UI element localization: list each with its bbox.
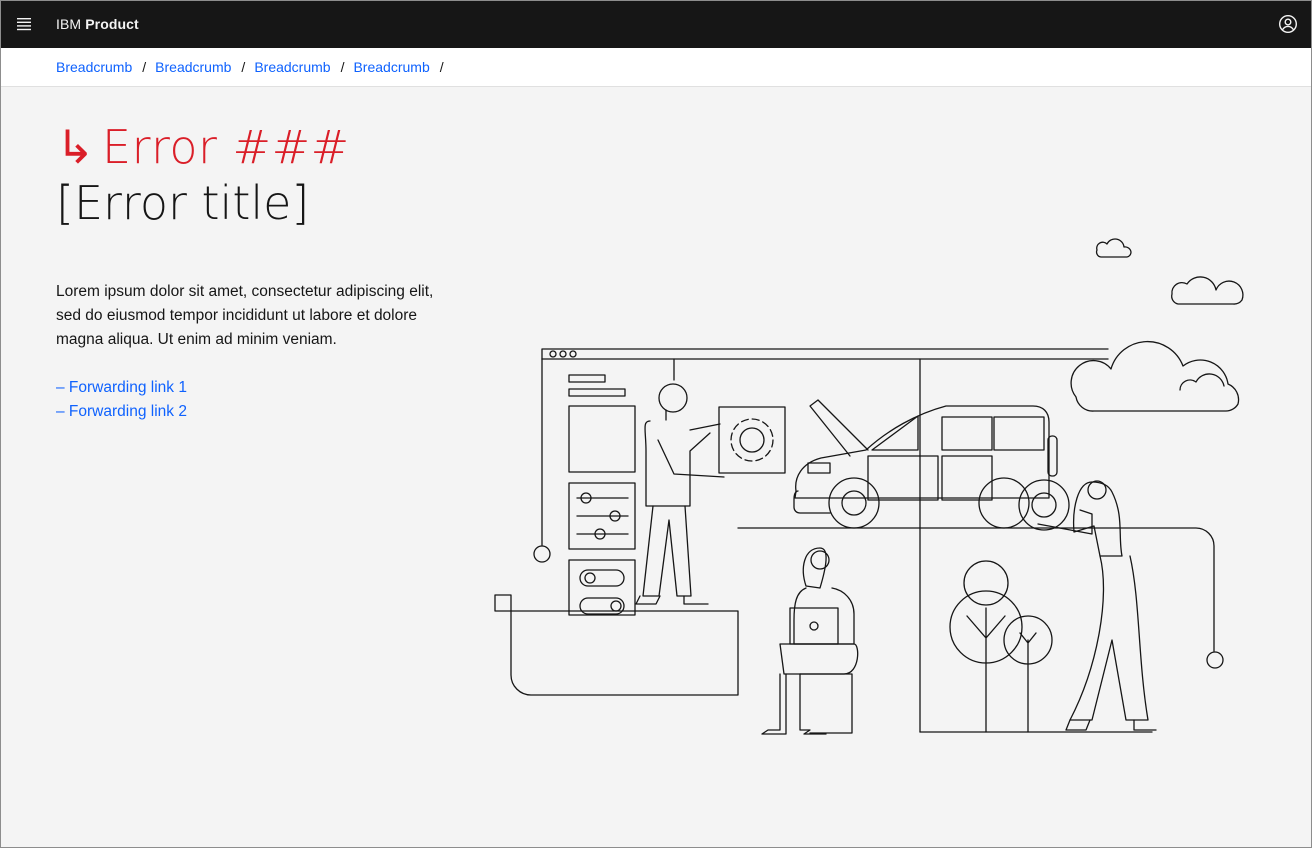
menu-button[interactable]: [0, 0, 48, 48]
breadcrumb-link-2[interactable]: Breadcrumb: [155, 59, 231, 75]
breadcrumb-separator: /: [340, 59, 345, 75]
error-description: Lorem ipsum dolor sit amet, consectetur …: [56, 283, 434, 348]
forwarding-link-1[interactable]: – Forwarding link 1: [56, 376, 187, 400]
hamburger-menu-icon: [17, 18, 31, 31]
cloud-icon: [1070, 340, 1240, 412]
user-button[interactable]: [1264, 0, 1312, 48]
breadcrumb-separator: /: [241, 59, 246, 75]
forwarding-link-2[interactable]: – Forwarding link 2: [56, 400, 187, 424]
arrow-down-right-icon: ↳: [56, 120, 96, 174]
error-title: [Error title]: [56, 176, 310, 230]
brand-prefix: IBM: [56, 16, 82, 32]
error-code: ↳ Error ###: [56, 120, 350, 174]
breadcrumb: Breadcrumb / Breadcrumb / Breadcrumb / B…: [0, 48, 1312, 87]
breadcrumb-separator: /: [142, 59, 147, 75]
brand-product: Product: [85, 16, 139, 32]
breadcrumb-link-1[interactable]: Breadcrumb: [56, 59, 132, 75]
forwarding-links: – Forwarding link 1 – Forwarding link 2: [56, 376, 187, 424]
app-header: IBM Product: [0, 0, 1312, 48]
breadcrumb-link-4[interactable]: Breadcrumb: [353, 59, 429, 75]
cloud-icon: [1171, 276, 1244, 305]
workshop-illustration-icon: [494, 238, 1244, 735]
cloud-icon: [1095, 238, 1132, 258]
error-code-text: Error ###: [102, 120, 350, 174]
brand-name[interactable]: IBM Product: [56, 16, 139, 32]
error-illustration: [480, 220, 1260, 750]
user-avatar-icon: [1278, 14, 1298, 34]
breadcrumb-link-3[interactable]: Breadcrumb: [254, 59, 330, 75]
breadcrumb-separator: /: [439, 59, 444, 75]
